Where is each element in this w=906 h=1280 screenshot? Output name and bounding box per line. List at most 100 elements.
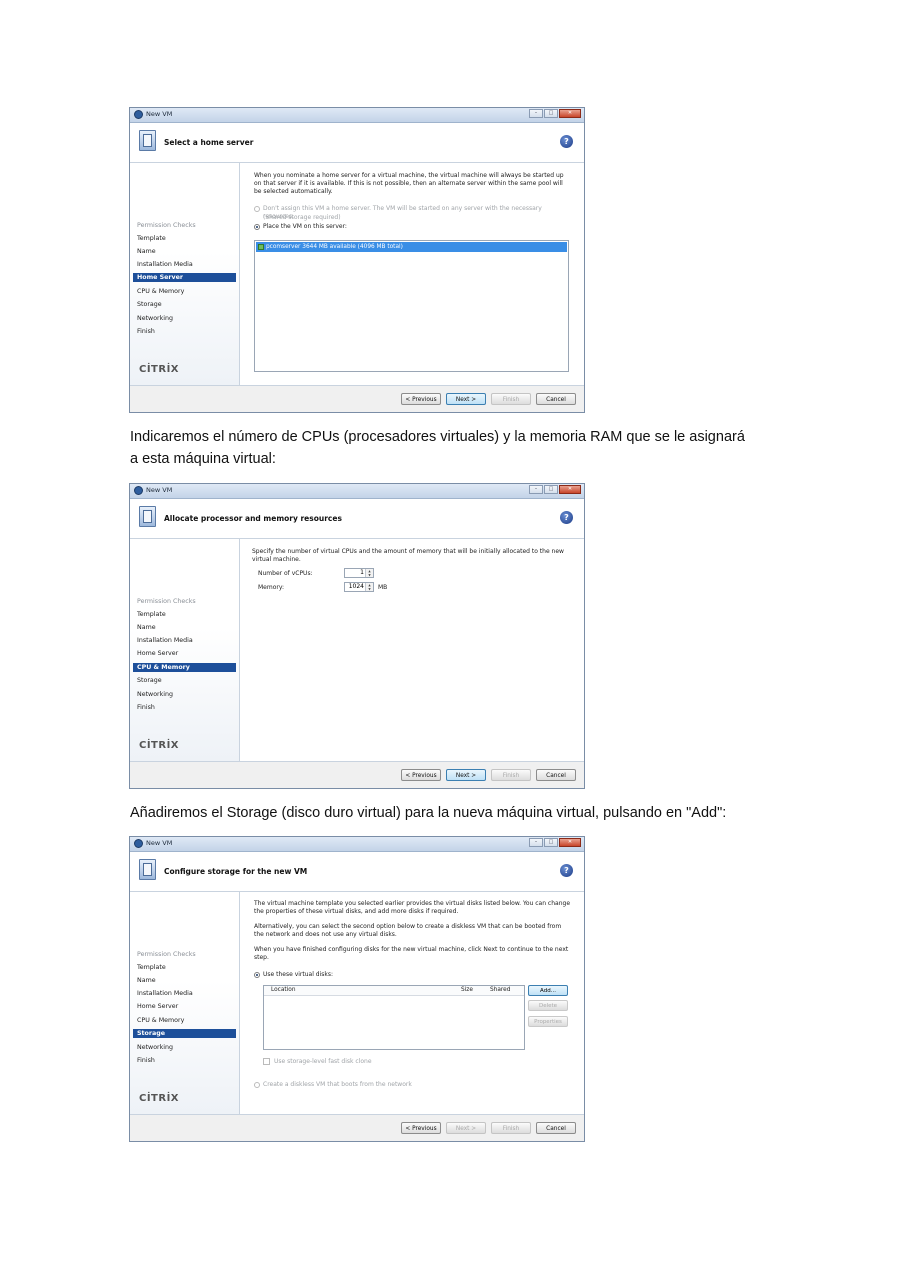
disk-list[interactable]: Location Size Shared — [263, 985, 525, 1050]
step-cpu-memory[interactable]: CPU & Memory — [133, 663, 236, 672]
wizard-steps: Permission Checks Template Name Installa… — [130, 163, 240, 385]
intro-text: When you nominate a home server for a vi… — [254, 172, 564, 195]
add-disk-button[interactable]: Add... — [528, 985, 568, 996]
place-on-server-radio[interactable] — [254, 224, 260, 230]
close-icon[interactable]: ✕ — [559, 109, 581, 118]
step-networking[interactable]: Networking — [137, 1043, 173, 1052]
next-button[interactable]: Next > — [446, 769, 486, 781]
step-networking[interactable]: Networking — [137, 314, 173, 323]
step-storage[interactable]: Storage — [137, 300, 162, 309]
title-bar: New VM – □ ✕ — [130, 484, 584, 499]
wizard-footer: < Previous Next > Finish Cancel — [130, 1114, 584, 1141]
fast-clone-checkbox[interactable] — [263, 1058, 270, 1065]
use-disks-radio[interactable] — [254, 972, 260, 978]
intro-text: Specify the number of virtual CPUs and t… — [252, 548, 564, 563]
help-icon[interactable]: ? — [560, 135, 573, 148]
maximize-icon[interactable]: □ — [544, 485, 558, 494]
vcpus-spinner[interactable]: 1 — [344, 568, 374, 578]
wizard-header: Select a home server ? — [130, 123, 584, 163]
minimize-icon[interactable]: – — [529, 485, 543, 494]
wizard-header: Configure storage for the new VM ? — [130, 852, 584, 892]
wizard-content: The virtual machine template you selecte… — [240, 892, 584, 1114]
step-home-server[interactable]: Home Server — [137, 649, 178, 658]
memory-label: Memory: — [258, 584, 284, 591]
step-name[interactable]: Name — [137, 976, 156, 985]
diskless-label: Create a diskless VM that boots from the… — [263, 1081, 412, 1088]
previous-button[interactable]: < Previous — [401, 393, 441, 405]
cancel-button[interactable]: Cancel — [536, 1122, 576, 1134]
previous-button[interactable]: < Previous — [401, 769, 441, 781]
server-row[interactable]: pcomserver 3644 MB available (4096 MB to… — [256, 242, 567, 252]
step-permission-checks: Permission Checks — [137, 951, 196, 958]
help-icon[interactable]: ? — [560, 864, 573, 877]
step-home-server[interactable]: Home Server — [133, 273, 236, 282]
step-finish[interactable]: Finish — [137, 327, 155, 336]
page-title: Select a home server — [164, 138, 254, 147]
step-home-server[interactable]: Home Server — [137, 1002, 178, 1011]
title-bar: New VM – □ ✕ — [130, 108, 584, 123]
finish-button[interactable]: Finish — [491, 769, 531, 781]
use-disks-label: Use these virtual disks: — [263, 971, 334, 978]
column-location[interactable]: Location — [271, 986, 296, 995]
shared-storage-note: (Shared storage required) — [263, 214, 341, 221]
minimize-icon[interactable]: – — [529, 109, 543, 118]
new-vm-dialog-cpu-memory: New VM – □ ✕ Allocate processor and memo… — [129, 483, 585, 789]
maximize-icon[interactable]: □ — [544, 838, 558, 847]
cancel-button[interactable]: Cancel — [536, 393, 576, 405]
new-vm-dialog-storage: New VM – □ ✕ Configure storage for the n… — [129, 836, 585, 1142]
window-controls: – □ ✕ — [528, 838, 581, 847]
step-cpu-memory[interactable]: CPU & Memory — [137, 287, 184, 296]
next-button[interactable]: Next > — [446, 1122, 486, 1134]
finish-button[interactable]: Finish — [491, 1122, 531, 1134]
diskless-radio[interactable] — [254, 1082, 260, 1088]
new-vm-dialog-home-server: New VM – □ ✕ Select a home server ? Perm… — [129, 107, 585, 413]
cancel-button[interactable]: Cancel — [536, 769, 576, 781]
disk-properties-button[interactable]: Properties — [528, 1016, 568, 1027]
delete-disk-button[interactable]: Delete — [528, 1000, 568, 1011]
step-installation-media[interactable]: Installation Media — [137, 636, 193, 645]
citrix-logo: CİTRİX — [139, 740, 180, 751]
column-size[interactable]: Size — [461, 986, 473, 995]
wizard-icon — [139, 859, 156, 880]
step-networking[interactable]: Networking — [137, 690, 173, 699]
server-list[interactable]: pcomserver 3644 MB available (4096 MB to… — [254, 240, 569, 372]
storage-para-2: Alternatively, you can select the second… — [254, 923, 562, 938]
step-finish[interactable]: Finish — [137, 1056, 155, 1065]
maximize-icon[interactable]: □ — [544, 109, 558, 118]
step-installation-media[interactable]: Installation Media — [137, 989, 193, 998]
paragraph-storage: Añadiremos el Storage (disco duro virtua… — [130, 805, 727, 821]
memory-unit: MB — [378, 584, 388, 591]
step-template[interactable]: Template — [137, 963, 166, 972]
storage-para-3: When you have finished configuring disks… — [254, 946, 569, 961]
step-storage[interactable]: Storage — [133, 1029, 236, 1038]
finish-button[interactable]: Finish — [491, 393, 531, 405]
step-installation-media[interactable]: Installation Media — [137, 260, 193, 269]
window-controls: – □ ✕ — [528, 109, 581, 118]
close-icon[interactable]: ✕ — [559, 838, 581, 847]
step-finish[interactable]: Finish — [137, 703, 155, 712]
step-template[interactable]: Template — [137, 234, 166, 243]
no-home-server-radio[interactable] — [254, 206, 260, 212]
step-name[interactable]: Name — [137, 623, 156, 632]
app-icon — [134, 839, 143, 848]
window-title: New VM — [146, 839, 173, 847]
page-title: Allocate processor and memory resources — [164, 514, 342, 523]
step-template[interactable]: Template — [137, 610, 166, 619]
wizard-content: When you nominate a home server for a vi… — [240, 163, 584, 385]
step-storage[interactable]: Storage — [137, 676, 162, 685]
title-bar: New VM – □ ✕ — [130, 837, 584, 852]
step-cpu-memory[interactable]: CPU & Memory — [137, 1016, 184, 1025]
memory-spinner[interactable]: 1024 — [344, 582, 374, 592]
wizard-content: Specify the number of virtual CPUs and t… — [240, 539, 584, 761]
help-icon[interactable]: ? — [560, 511, 573, 524]
window-title: New VM — [146, 110, 173, 118]
column-shared[interactable]: Shared — [490, 986, 510, 995]
step-name[interactable]: Name — [137, 247, 156, 256]
previous-button[interactable]: < Previous — [401, 1122, 441, 1134]
minimize-icon[interactable]: – — [529, 838, 543, 847]
close-icon[interactable]: ✕ — [559, 485, 581, 494]
wizard-icon — [139, 506, 156, 527]
citrix-logo: CİTRİX — [139, 364, 180, 375]
next-button[interactable]: Next > — [446, 393, 486, 405]
citrix-logo: CİTRİX — [139, 1093, 180, 1104]
